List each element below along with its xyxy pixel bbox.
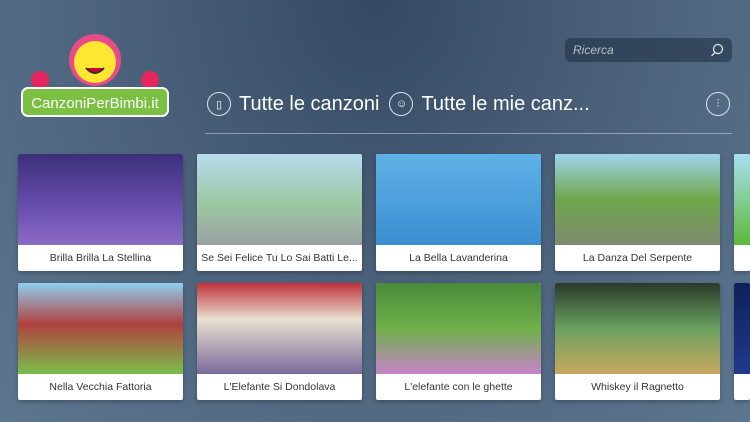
song-card[interactable] bbox=[734, 283, 750, 400]
song-card[interactable]: Nella Vecchia Fattoria bbox=[18, 283, 183, 400]
song-thumbnail[interactable] bbox=[555, 283, 720, 374]
song-thumbnail[interactable] bbox=[734, 283, 750, 374]
song-title: Se Sei Felice Tu Lo Sai Batti Le... bbox=[201, 252, 358, 264]
tab-my-songs-label: Tutte le mie canz... bbox=[421, 92, 590, 115]
song-thumbnail[interactable] bbox=[18, 154, 183, 245]
song-thumbnail[interactable] bbox=[734, 154, 750, 245]
tab-all-songs[interactable]: ▯ Tutte le canzoni bbox=[207, 92, 379, 116]
song-thumbnail[interactable] bbox=[18, 283, 183, 374]
tab-all-songs-label: Tutte le canzoni bbox=[239, 92, 380, 115]
canzonipervimbi-logo[interactable]: CanzoniPerBimbi.it bbox=[20, 30, 170, 118]
song-title: La Bella Lavanderina bbox=[409, 252, 508, 264]
logo-text: CanzoniPerBimbi.it bbox=[31, 95, 159, 112]
song-title: La Danza Del Serpente bbox=[582, 252, 693, 264]
settings-sliders-icon[interactable]: ⫶ bbox=[706, 92, 730, 116]
song-title bbox=[734, 245, 750, 271]
song-card[interactable]: Brilla Brilla La Stellina bbox=[18, 154, 183, 271]
song-title: L'elefante con le ghette bbox=[404, 381, 513, 393]
song-thumbnail[interactable] bbox=[376, 154, 541, 245]
song-title: Brilla Brilla La Stellina bbox=[49, 252, 152, 264]
song-thumbnail[interactable] bbox=[197, 283, 362, 374]
song-card[interactable]: L'Elefante Si Dondolava bbox=[197, 283, 362, 400]
song-card[interactable]: L'elefante con le ghette bbox=[376, 283, 541, 400]
song-card[interactable] bbox=[734, 154, 750, 271]
search-box[interactable] bbox=[565, 38, 732, 62]
user-icon: ☺ bbox=[389, 92, 414, 116]
search-icon[interactable] bbox=[710, 43, 724, 57]
song-card[interactable]: La Danza Del Serpente bbox=[555, 154, 720, 271]
song-card[interactable]: La Bella Lavanderina bbox=[376, 154, 541, 271]
song-title: Whiskey il Ragnetto bbox=[591, 381, 684, 393]
song-thumbnail[interactable] bbox=[555, 154, 720, 245]
song-card[interactable]: Se Sei Felice Tu Lo Sai Batti Le... bbox=[197, 154, 362, 271]
song-card[interactable]: Whiskey il Ragnetto bbox=[555, 283, 720, 400]
song-title: L'Elefante Si Dondolava bbox=[223, 381, 336, 393]
divider bbox=[205, 133, 732, 134]
song-thumbnail[interactable] bbox=[376, 283, 541, 374]
song-thumbnail[interactable] bbox=[197, 154, 362, 245]
search-input[interactable] bbox=[573, 43, 710, 57]
song-title: Nella Vecchia Fattoria bbox=[49, 381, 152, 393]
film-icon: ▯ bbox=[207, 92, 231, 116]
tab-my-songs[interactable]: ☺ Tutte le mie canz... bbox=[389, 92, 590, 116]
song-title bbox=[734, 374, 750, 400]
